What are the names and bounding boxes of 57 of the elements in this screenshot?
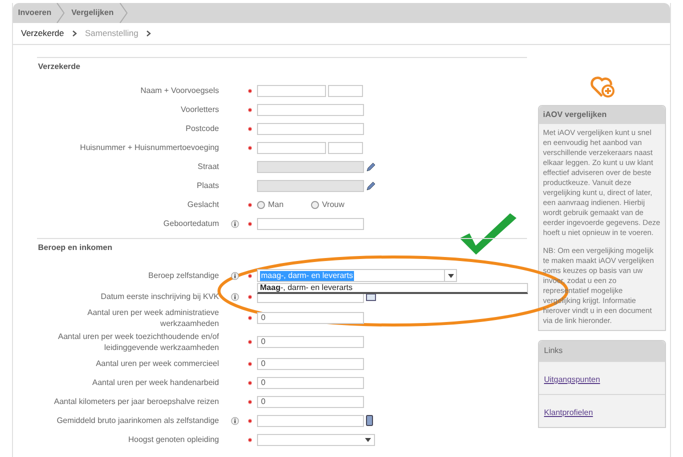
input-field[interactable]: 0	[257, 396, 364, 408]
input-field[interactable]	[257, 142, 326, 154]
field-label: Postcode	[184, 123, 219, 135]
input-field[interactable]	[257, 104, 364, 116]
dropdown-caret-icon	[448, 274, 454, 278]
field-label: Geslacht	[186, 199, 219, 211]
suggestion-menu[interactable]: Maag-, darm- en leverarts	[257, 283, 528, 294]
info-icon[interactable]	[231, 416, 239, 424]
input-field[interactable]: 0	[257, 336, 364, 348]
chevron-separator-icon	[118, 3, 129, 23]
step-tab[interactable]: Invoeren	[13, 3, 56, 23]
input-field[interactable]	[328, 142, 363, 154]
heart-plus-icon	[589, 75, 615, 99]
sidebar-link[interactable]: Uitgangspunten	[544, 375, 600, 384]
info-icon[interactable]	[231, 292, 239, 300]
radio-button[interactable]	[257, 200, 265, 208]
radio-option[interactable]: Vrouw	[311, 198, 363, 210]
step-tab[interactable]: Vergelijken	[66, 3, 119, 23]
field-label: Aantal kilometers per jaar beroepshalve reizen	[53, 396, 219, 408]
section-heading: Beroep en inkomen	[37, 242, 114, 254]
input-field[interactable]: 0	[257, 358, 364, 370]
panel-title: iAOV vergelijken	[539, 106, 665, 124]
sidebar-link[interactable]: Klantprofielen	[544, 408, 593, 417]
input-field[interactable]: 0	[257, 312, 364, 324]
section-heading: Verzekerde	[37, 61, 82, 73]
chevron-icon	[146, 30, 152, 37]
radio-button[interactable]	[311, 200, 319, 208]
field-label: Hoogst genoten opleiding	[127, 434, 219, 446]
calculator-icon[interactable]	[366, 415, 373, 426]
chevron-icon	[72, 30, 77, 37]
chevron-separator-icon	[56, 3, 66, 23]
input-field[interactable]	[257, 414, 364, 426]
input-field[interactable]	[257, 84, 326, 96]
input-field[interactable]	[257, 122, 364, 134]
input-field[interactable]	[328, 84, 363, 96]
field-label: Aantal uren per week handenarbeid	[91, 377, 219, 389]
radio-option[interactable]: Man	[257, 198, 309, 210]
field-label: Aantal uren per week toezichthoudende en/of leidinggevende werkzaamheden	[56, 331, 219, 354]
field-label: Datum eerste inschrijving bij KVK	[100, 291, 219, 303]
info-icon[interactable]	[231, 220, 239, 228]
dropdown-caret-icon	[365, 438, 371, 442]
field-label: Huisnummer + Huisnummertoevoeging	[79, 142, 219, 154]
breadcrumb-link[interactable]: Verzekerde	[21, 27, 64, 40]
field-label: Plaats	[196, 180, 219, 192]
field-label: Gemiddeld bruto jaarinkomen als zelfstandige	[56, 415, 219, 427]
input-field[interactable]	[257, 218, 364, 230]
panel-title: Links	[539, 341, 665, 361]
input-field[interactable]: 0	[257, 376, 364, 388]
field-label: Aantal uren per week administratieve werkzaamheden	[86, 307, 219, 330]
field-label: Aantal uren per week commercieel	[94, 358, 219, 370]
field-label: Geboortedatum	[162, 218, 219, 230]
field-label: Beroep zelfstandige	[147, 270, 219, 282]
info-icon[interactable]	[231, 272, 239, 280]
field-label: Straat	[196, 161, 219, 173]
field-label: Voorletters	[180, 104, 219, 116]
field-label: Naam + Voorvoegsels	[140, 85, 219, 97]
select-field[interactable]	[257, 434, 375, 446]
